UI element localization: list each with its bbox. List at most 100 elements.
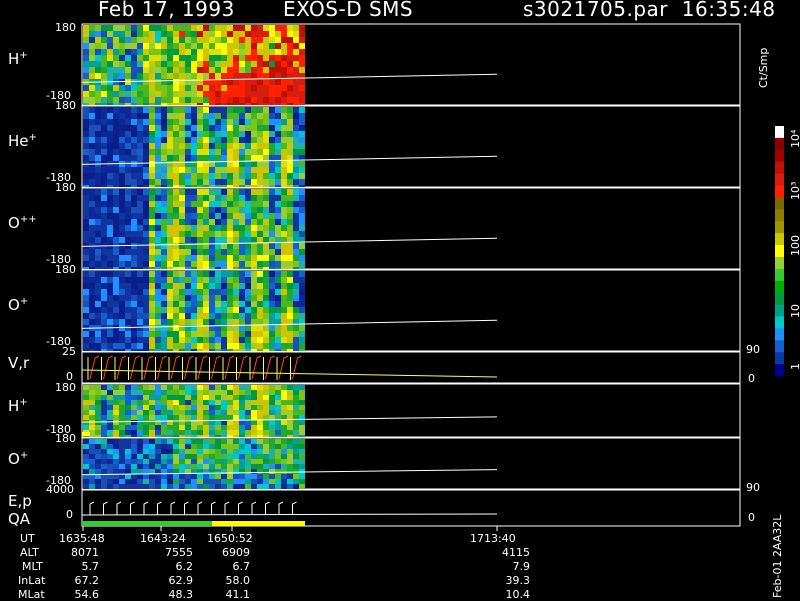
spectrogram-cell <box>83 213 89 219</box>
spectrogram-cell <box>83 201 89 207</box>
spectrogram-cell <box>191 213 197 219</box>
spectrogram-cell <box>233 219 239 225</box>
spectrogram-cell <box>209 261 215 267</box>
spectrogram-cell <box>125 143 131 149</box>
spectrogram-cell <box>155 313 161 319</box>
spectrogram-cell <box>191 31 197 37</box>
spectrogram-cell <box>275 385 281 390</box>
spectrogram-cell <box>197 137 203 143</box>
spectrogram-cell <box>263 91 269 97</box>
spectrogram-cell <box>299 201 305 207</box>
spectrogram-cell <box>89 219 95 225</box>
spectrogram-cell <box>119 449 125 454</box>
spectrogram-cell <box>227 283 233 289</box>
spectrogram-cell <box>89 125 95 131</box>
spectrogram-cell <box>179 301 185 307</box>
spectrogram-cell <box>179 307 185 313</box>
velocity-mark <box>224 355 235 380</box>
spectrogram-cell <box>179 43 185 49</box>
spectrogram-cell <box>233 189 239 195</box>
spectrogram-cell <box>131 261 137 267</box>
spectrogram-cell <box>191 85 197 91</box>
spectrogram-cell <box>221 43 227 49</box>
spectrogram-cell <box>143 349 149 351</box>
spectrogram-cell <box>257 331 263 337</box>
spectrogram-cell <box>191 49 197 55</box>
spectrogram-cell <box>263 25 269 31</box>
spectrogram-cell <box>179 143 185 149</box>
spectrogram-cell <box>179 395 185 400</box>
spectrogram-cell <box>299 179 305 185</box>
spectrogram-cell <box>203 49 209 55</box>
spectrogram-cell <box>137 149 143 155</box>
spectrogram-cell <box>131 415 137 420</box>
spectrogram-cell <box>185 349 191 351</box>
spectrogram-cell <box>179 173 185 179</box>
spectrogram-cell <box>83 444 89 449</box>
spectrogram-cell <box>131 395 137 400</box>
spectrogram-cell <box>239 237 245 243</box>
spectrogram-cell <box>95 410 101 415</box>
spectrogram-cell <box>119 430 125 435</box>
spectrogram-cell <box>143 267 149 269</box>
spectrogram-cell <box>293 31 299 37</box>
spectrogram-cell <box>215 319 221 325</box>
spectrogram-cell <box>107 55 113 61</box>
spectrogram-cell <box>287 405 293 410</box>
spectrogram-cell <box>209 484 215 489</box>
spectrogram-cell <box>287 131 293 137</box>
spectrogram-cell <box>221 61 227 67</box>
spectrogram-cell <box>155 277 161 283</box>
spectrogram-cell <box>263 207 269 213</box>
spectrogram-cell <box>143 91 149 97</box>
spectrogram-cell <box>137 131 143 137</box>
spectrogram-cell <box>239 459 245 464</box>
spectrogram-cell <box>83 349 89 351</box>
spectrogram-cell <box>245 469 251 474</box>
spectrogram-cell <box>101 97 107 103</box>
spectrogram-cell <box>143 449 149 454</box>
spectrogram-cell <box>251 430 257 435</box>
spectrogram-cell <box>137 435 143 437</box>
spectrogram-cell <box>161 307 167 313</box>
spectrogram-cell <box>173 410 179 415</box>
spectrogram-cell <box>287 49 293 55</box>
spectrogram-cell <box>245 107 251 113</box>
spectrogram-cell <box>197 173 203 179</box>
spectrogram-cell <box>191 167 197 173</box>
spectrogram-cell <box>257 307 263 313</box>
spectrogram-cell <box>245 179 251 185</box>
spectrogram-cell <box>173 289 179 295</box>
spectrogram-cell <box>161 343 167 349</box>
spectrogram-cell <box>161 415 167 420</box>
spectrogram-cell <box>149 67 155 73</box>
spectrogram-cell <box>161 331 167 337</box>
spectrogram-cell <box>293 97 299 103</box>
spectrogram-cell <box>215 113 221 119</box>
spectrogram-cell <box>233 125 239 131</box>
spectrogram-cell <box>227 179 233 185</box>
spectrogram-cell <box>221 474 227 479</box>
spectrogram-cell <box>107 349 113 351</box>
spectrogram-cell <box>233 195 239 201</box>
spectrogram-cell <box>155 125 161 131</box>
spectrogram-cell <box>185 295 191 301</box>
spectrogram-cell <box>239 337 245 343</box>
y-tick-top-p2: 180 <box>55 99 76 112</box>
spectrogram-cell <box>113 97 119 103</box>
spectrogram-cell <box>89 85 95 91</box>
spectrogram-cell <box>179 61 185 67</box>
spectrogram-cell <box>251 31 257 37</box>
spectrogram-cell <box>221 103 227 105</box>
spectrogram-cell <box>107 137 113 143</box>
spectrogram-cell <box>167 474 173 479</box>
panel-label-ep: E,p <box>8 492 32 510</box>
spectrogram-cell <box>173 484 179 489</box>
spectrogram-cell <box>125 185 131 187</box>
spectrogram-cell <box>287 137 293 143</box>
spectrogram-cell <box>95 395 101 400</box>
spectrogram-cell <box>239 31 245 37</box>
spectrogram-cell <box>227 405 233 410</box>
spectrogram-cell <box>131 289 137 295</box>
spectrogram-cell <box>137 283 143 289</box>
